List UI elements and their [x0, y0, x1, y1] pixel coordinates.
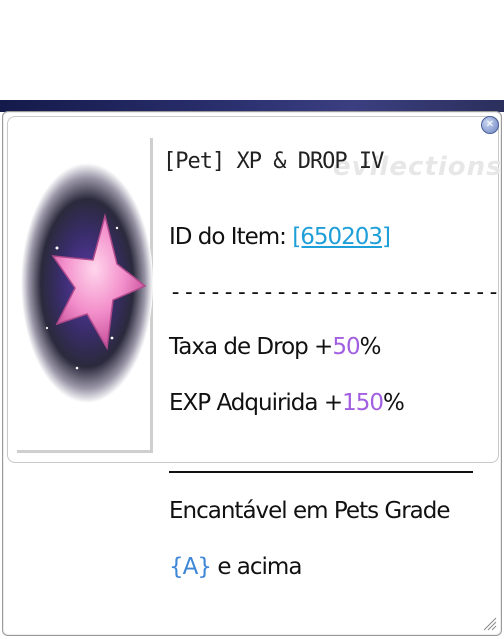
exp-rate-label: EXP Adquirida +	[169, 390, 343, 416]
enchant-line-2: {A} e acima	[169, 554, 302, 580]
resize-grip-icon[interactable]	[481, 615, 497, 631]
item-id-link[interactable]: [650203]	[292, 224, 391, 250]
pink-star-icon	[21, 163, 153, 403]
drop-rate-suffix: %	[359, 334, 382, 360]
drop-rate-label: Taxa de Drop +	[169, 334, 333, 360]
close-button[interactable]: ✕	[481, 116, 499, 134]
item-title: [Pet] XP & DROP IV	[163, 149, 384, 174]
item-icon-frame	[17, 138, 153, 453]
enchant-line-2-suffix: e acima	[211, 554, 302, 580]
separator-dashes: -------------------------	[169, 280, 501, 305]
drop-rate-line: Taxa de Drop +50%	[169, 334, 382, 360]
exp-rate-value: 150	[342, 390, 384, 416]
exp-rate-suffix: %	[383, 390, 405, 416]
exp-rate-line: EXP Adquirida +150%	[169, 390, 405, 416]
enchant-line-1: Encantável em Pets Grade	[169, 498, 451, 524]
item-tooltip-window: ✕ evilections [Pet] XP & DROP IV ID do I…	[2, 111, 502, 636]
item-id-line: ID do Item: [650203]	[169, 224, 391, 250]
section-divider	[169, 471, 473, 473]
drop-rate-value: 50	[332, 334, 360, 360]
item-id-label: ID do Item:	[169, 224, 287, 250]
grade-value: {A}	[169, 554, 212, 580]
close-icon: ✕	[485, 119, 495, 130]
